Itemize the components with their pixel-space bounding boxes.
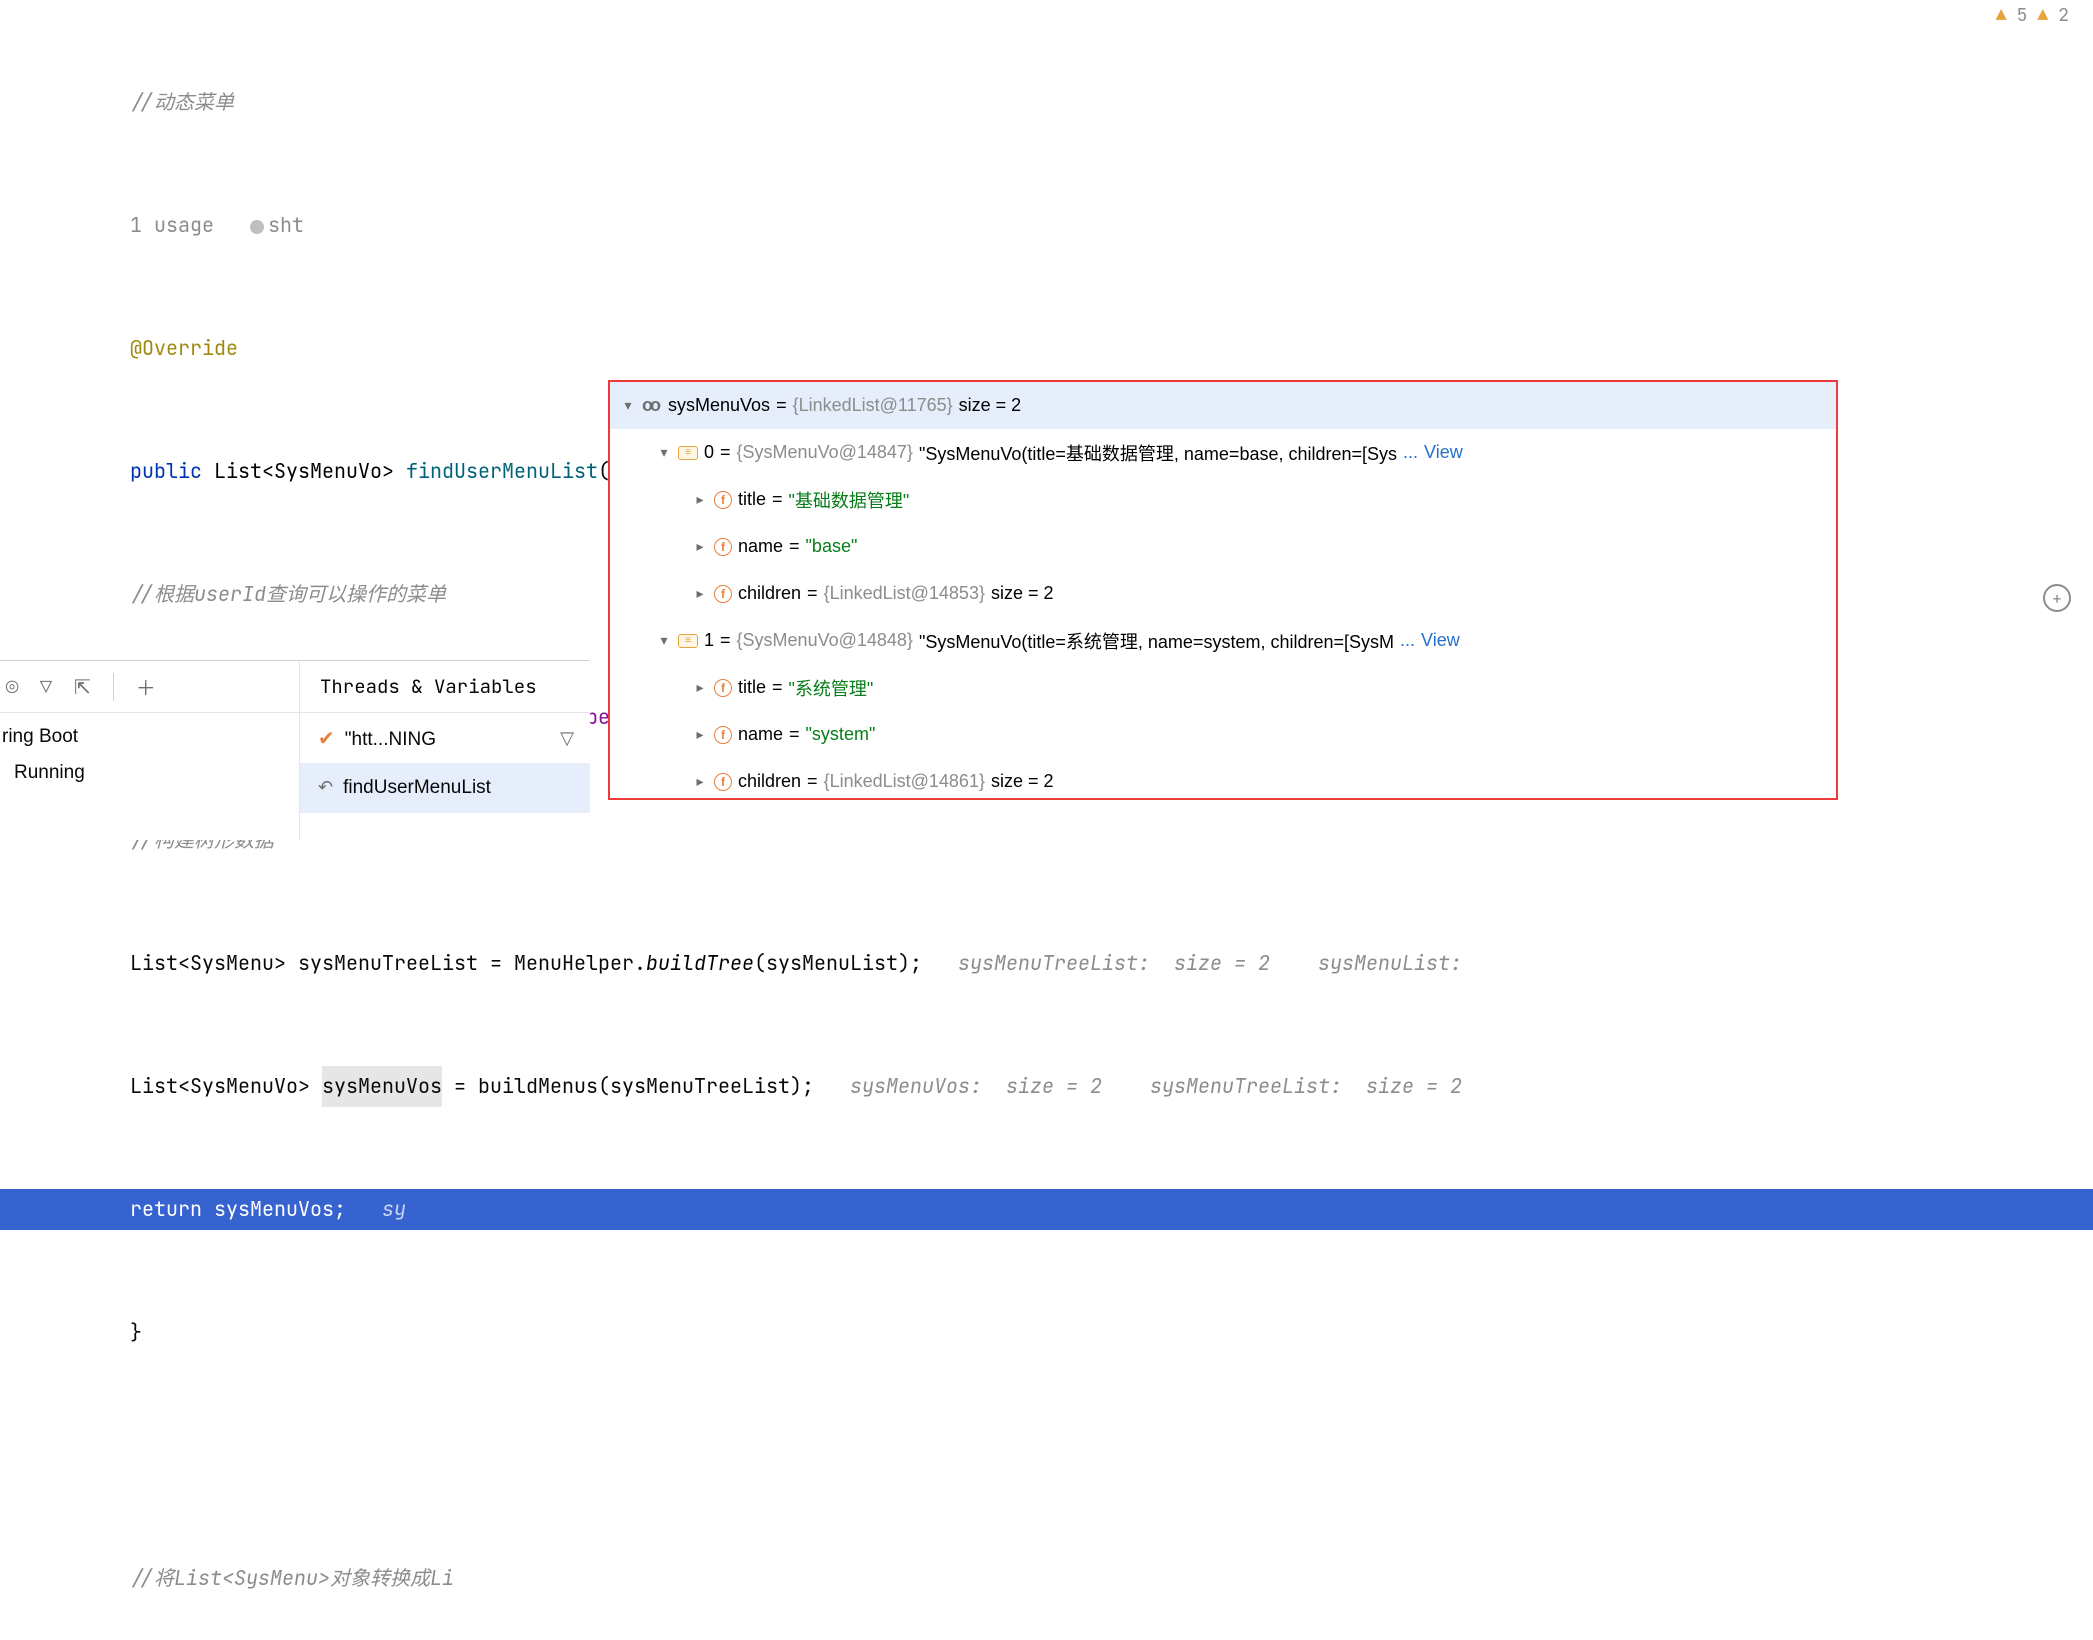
usage-hint[interactable]: 1 usage xyxy=(130,205,214,246)
layout-icon[interactable]: ⇱ xyxy=(74,674,91,700)
warning-icon: ▲ xyxy=(1996,4,2007,27)
tab-threads-variables[interactable]: Threads & Variables xyxy=(300,661,590,713)
variable-row[interactable]: 0 = {SysMenuVo@14847} "SysMenuVo(title=基… xyxy=(610,429,1836,476)
variable-row[interactable]: title = "基础数据管理" xyxy=(610,476,1836,523)
variable-row[interactable]: children = {LinkedList@14861} size = 2 xyxy=(610,758,1836,805)
comment-line: //将List<SysMenu>对象转换成Li xyxy=(130,1558,454,1599)
chevron-right-icon[interactable] xyxy=(692,679,708,696)
check-icon: ✔ xyxy=(318,728,335,750)
comment-line: //动态菜单 xyxy=(130,82,234,123)
annotation-override: @Override xyxy=(130,328,238,369)
variable-row[interactable]: children = {LinkedList@14853} size = 2 xyxy=(610,570,1836,617)
inline-hint: sysMenuTreeList: size = 2 sysMenuList: xyxy=(922,943,1474,984)
tree-node[interactable]: Running xyxy=(2,755,299,791)
crosshair-icon[interactable] xyxy=(2043,584,2071,612)
stop-icon[interactable]: ◎ xyxy=(6,674,18,700)
view-link[interactable]: View xyxy=(1421,630,1460,651)
chevron-down-icon[interactable] xyxy=(620,397,636,414)
field-icon xyxy=(714,491,732,509)
chevron-right-icon[interactable] xyxy=(692,726,708,743)
debug-toolbar: ◎ ▽ ⇱ ＋ xyxy=(0,661,299,713)
author-hint[interactable]: sht xyxy=(214,205,304,246)
inspection-widget[interactable]: ▲5 ▲2 xyxy=(1996,4,2069,27)
variable-row[interactable]: name = "base" xyxy=(610,523,1836,570)
field-icon xyxy=(714,538,732,556)
chevron-down-icon[interactable] xyxy=(656,632,672,649)
variable-row[interactable]: oo sysMenuVos = {LinkedList@11765} size … xyxy=(610,382,1836,429)
add-icon[interactable]: ＋ xyxy=(136,672,156,701)
chevron-right-icon[interactable] xyxy=(692,491,708,508)
debug-tool-window[interactable]: ◎ ▽ ⇱ ＋ ring Boot Running Threads & Vari… xyxy=(0,660,590,840)
chevron-right-icon[interactable] xyxy=(692,773,708,790)
warning-icon: ▲ xyxy=(2037,4,2048,27)
debugger-variables-popup[interactable]: oo sysMenuVos = {LinkedList@11765} size … xyxy=(608,380,1838,800)
field-icon xyxy=(714,679,732,697)
filter-icon[interactable]: ▽ xyxy=(40,674,52,700)
filter-icon[interactable]: ▽ xyxy=(560,728,574,749)
separator xyxy=(113,673,114,701)
kw-public: public xyxy=(130,451,202,492)
chevron-down-icon[interactable] xyxy=(656,444,672,461)
undo-icon: ↶ xyxy=(318,777,333,797)
chevron-right-icon[interactable] xyxy=(692,585,708,602)
variable-row[interactable]: 1 = {SysMenuVo@14848} "SysMenuVo(title=系… xyxy=(610,617,1836,664)
variable-row[interactable]: title = "系统管理" xyxy=(610,664,1836,711)
chevron-right-icon[interactable] xyxy=(692,538,708,555)
tree-node[interactable]: ring Boot xyxy=(2,719,299,755)
stack-frame-row[interactable]: ↶findUserMenuList xyxy=(300,763,590,813)
method-name: findUserMenuList xyxy=(406,451,598,492)
index-icon xyxy=(678,446,698,460)
thread-row[interactable]: ✔"htt...NING ▽ xyxy=(300,713,590,763)
field-icon xyxy=(714,773,732,791)
index-icon xyxy=(678,634,698,648)
services-panel[interactable]: ◎ ▽ ⇱ ＋ ring Boot Running xyxy=(0,661,300,840)
current-execution-line: return sysMenuVos; sy xyxy=(0,1189,2093,1230)
services-tree[interactable]: ring Boot Running xyxy=(0,713,299,791)
field-icon xyxy=(714,726,732,744)
inline-hint: sysMenuVos: size = 2 sysMenuTreeList: si… xyxy=(814,1066,1462,1107)
frames-panel[interactable]: Threads & Variables ✔"htt...NING ▽ ↶find… xyxy=(300,661,590,840)
author-icon xyxy=(250,220,264,234)
watch-icon: oo xyxy=(642,395,658,416)
comment-line: //根据userId查询可以操作的菜单 xyxy=(130,574,446,615)
field-icon xyxy=(714,585,732,603)
variable-row[interactable]: name = "system" xyxy=(610,711,1836,758)
view-link[interactable]: View xyxy=(1424,442,1463,463)
